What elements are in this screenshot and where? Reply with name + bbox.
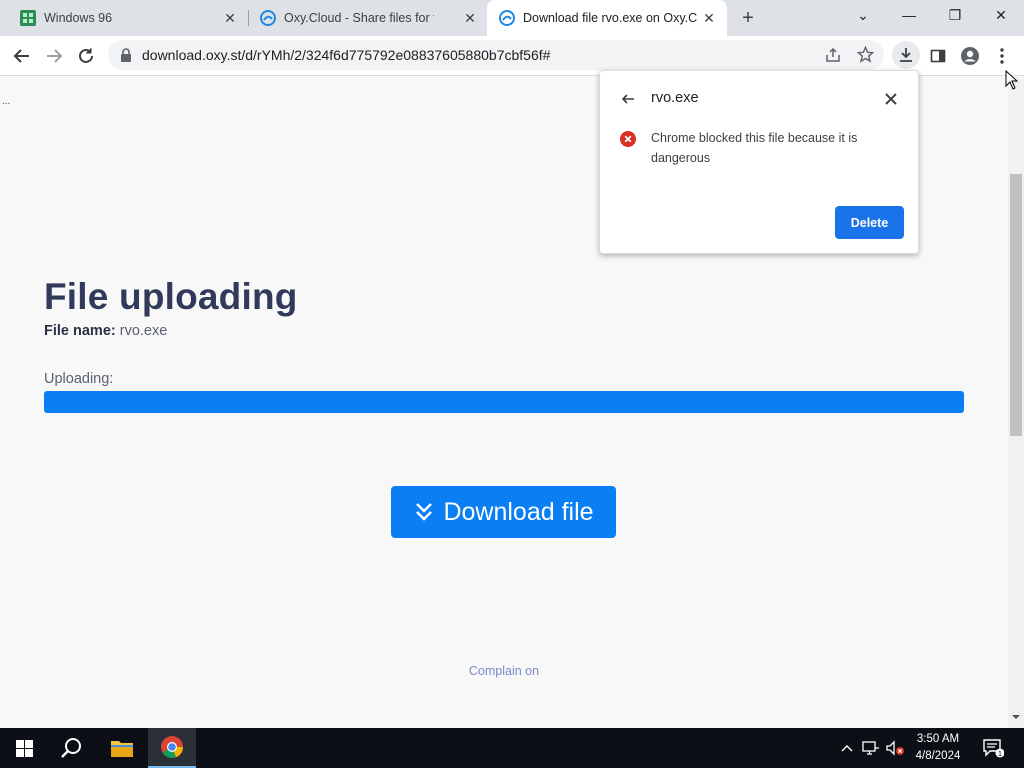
chrome-taskbar-button[interactable] bbox=[148, 728, 196, 768]
reload-button[interactable] bbox=[74, 44, 98, 68]
share-icon[interactable] bbox=[825, 47, 841, 63]
close-window-button[interactable]: ✕ bbox=[978, 0, 1024, 32]
tab-search-chevron-icon[interactable]: ⌄ bbox=[840, 0, 886, 32]
oxy-cloud-favicon bbox=[499, 10, 515, 26]
oxy-cloud-favicon bbox=[260, 10, 276, 26]
clock-date: 4/8/2024 bbox=[915, 750, 961, 762]
network-tray-button[interactable] bbox=[860, 728, 882, 768]
windows96-favicon bbox=[20, 10, 36, 26]
close-tab-icon[interactable]: ✕ bbox=[222, 10, 238, 26]
windows-logo-icon bbox=[15, 739, 33, 757]
download-blocked-popup: rvo.exe Chrome blocked this file because… bbox=[599, 70, 919, 254]
mouse-cursor-icon bbox=[1005, 70, 1019, 90]
chevron-up-icon bbox=[841, 745, 853, 752]
forward-arrow-icon bbox=[47, 49, 63, 63]
complain-link[interactable]: Complain on bbox=[0, 664, 1008, 678]
file-name-value: rvo.exe bbox=[115, 323, 168, 339]
double-chevron-down-icon bbox=[413, 501, 435, 523]
forward-button[interactable] bbox=[42, 44, 66, 68]
popup-file-name: rvo.exe bbox=[651, 90, 699, 106]
download-icon bbox=[900, 48, 912, 62]
notification-icon: 1 bbox=[983, 739, 1004, 758]
tab-oxy-cloud[interactable]: Oxy.Cloud - Share files for free and ✕ bbox=[240, 0, 486, 36]
back-arrow-icon bbox=[13, 49, 29, 63]
file-name-line: File name: rvo.exe bbox=[44, 323, 167, 339]
tab-download-file[interactable]: Download file rvo.exe on Oxy.Cloud ✕ bbox=[487, 0, 727, 36]
action-center-button[interactable]: 1 bbox=[978, 728, 1008, 768]
windows-taskbar: 3:50 AM 4/8/2024 1 bbox=[0, 728, 1024, 768]
bookmark-star-icon[interactable] bbox=[857, 46, 874, 63]
close-tab-icon[interactable]: ✕ bbox=[462, 10, 478, 26]
restore-button[interactable]: ❐ bbox=[932, 0, 978, 32]
upload-progress-bar bbox=[44, 391, 964, 413]
side-panel-icon bbox=[930, 49, 946, 63]
upload-progress-fill bbox=[44, 391, 964, 413]
tab-windows-96[interactable]: Windows 96 ✕ bbox=[0, 0, 246, 36]
lock-icon[interactable] bbox=[120, 48, 132, 62]
address-bar[interactable]: download.oxy.st/d/rYMh/2/324f6d775792e08… bbox=[108, 40, 884, 70]
tab-title: Download file rvo.exe on Oxy.Cloud bbox=[523, 11, 698, 25]
minimize-button[interactable]: — bbox=[886, 0, 932, 32]
reload-icon bbox=[79, 48, 93, 63]
folder-icon bbox=[111, 741, 133, 757]
kebab-menu-icon bbox=[1000, 48, 1004, 64]
download-file-label: Download file bbox=[443, 497, 594, 526]
volume-muted-icon bbox=[886, 740, 904, 756]
svg-text:1: 1 bbox=[998, 751, 1002, 758]
complain-link-text[interactable]: Complain on bbox=[469, 664, 539, 678]
page-ellipsis: ... bbox=[2, 96, 11, 107]
chrome-menu-button[interactable] bbox=[990, 44, 1014, 68]
chrome-icon bbox=[161, 736, 184, 759]
popup-message: Chrome blocked this file because it is d… bbox=[651, 131, 858, 165]
back-arrow-icon[interactable] bbox=[620, 91, 636, 107]
tab-strip: Windows 96 ✕ Oxy.Cloud - Share files for… bbox=[0, 0, 1024, 36]
back-button[interactable] bbox=[10, 44, 34, 68]
search-icon bbox=[61, 738, 81, 758]
page-heading: File uploading bbox=[44, 276, 298, 317]
scroll-down-arrow-icon[interactable] bbox=[1010, 713, 1022, 721]
volume-tray-button[interactable] bbox=[884, 728, 906, 768]
url-text[interactable]: download.oxy.st/d/rYMh/2/324f6d775792e08… bbox=[142, 47, 550, 63]
new-tab-button[interactable]: + bbox=[738, 8, 758, 28]
profile-button[interactable] bbox=[958, 44, 982, 68]
file-explorer-button[interactable] bbox=[98, 728, 146, 768]
tab-title: Windows 96 bbox=[44, 11, 113, 25]
downloads-button[interactable] bbox=[892, 41, 920, 69]
start-button[interactable] bbox=[0, 728, 48, 768]
tab-title: Oxy.Cloud - Share files for free and bbox=[284, 11, 434, 25]
network-icon bbox=[862, 741, 879, 755]
avatar-icon bbox=[961, 47, 979, 65]
clock-time: 3:50 AM bbox=[916, 733, 960, 745]
close-tab-icon[interactable]: ✕ bbox=[701, 10, 717, 26]
scrollbar-thumb[interactable] bbox=[1010, 174, 1022, 436]
taskbar-clock[interactable]: 3:50 AM 4/8/2024 bbox=[910, 731, 966, 765]
taskbar-search-button[interactable] bbox=[48, 728, 96, 768]
uploading-label: Uploading: bbox=[44, 371, 114, 387]
side-panel-button[interactable] bbox=[926, 44, 950, 68]
file-name-label: File name: bbox=[44, 323, 116, 339]
show-hidden-icons-button[interactable] bbox=[838, 728, 856, 768]
delete-button[interactable]: Delete bbox=[835, 206, 904, 239]
download-file-button[interactable]: Download file bbox=[391, 486, 616, 538]
close-icon[interactable] bbox=[883, 91, 899, 107]
error-icon bbox=[620, 131, 636, 147]
